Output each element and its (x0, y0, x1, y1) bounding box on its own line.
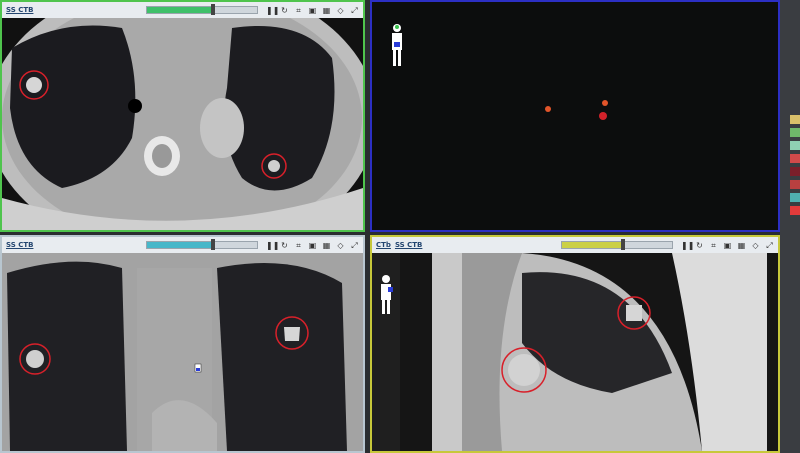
axial-ct-pane[interactable]: SS CTB ❚❚ ↻ ⌗ ▣ ▦ ◇ ⤢ (0, 0, 365, 232)
sagittal-toolbar: CTb SS CTB ❚❚ ↻ ⌗ ▣ ▦ ◇ ⤢ (372, 237, 778, 253)
fullscreen-icon[interactable]: ⤢ (765, 241, 774, 250)
layout-icon[interactable]: ▦ (322, 6, 331, 15)
fullscreen-icon[interactable]: ⤢ (350, 6, 359, 15)
legend-bar (780, 0, 800, 453)
crop-icon[interactable]: ⌗ (294, 241, 303, 250)
pet-pane[interactable] (370, 0, 780, 232)
window-level-slider[interactable] (561, 239, 673, 250)
legend-swatch (790, 167, 800, 176)
coronal-ct-pane[interactable]: SS CTB ❚❚ ↻ ⌗ ▣ ▦ ◇ ⤢ (0, 235, 365, 453)
pause-icon[interactable]: ❚❚ (266, 241, 279, 250)
crop-icon[interactable]: ⌗ (709, 241, 718, 250)
fullscreen-icon[interactable]: ⤢ (350, 241, 359, 250)
window-level-slider[interactable] (146, 239, 258, 250)
legend-swatch (790, 154, 800, 163)
rotate-icon[interactable]: ↻ (280, 6, 289, 15)
rotate-icon[interactable]: ↻ (695, 241, 704, 250)
legend-swatch (790, 193, 800, 202)
series-label[interactable]: SS CTB (6, 6, 33, 14)
axial-image[interactable] (2, 18, 363, 230)
pet-image[interactable] (372, 2, 778, 230)
coronal-toolbar: SS CTB ❚❚ ↻ ⌗ ▣ ▦ ◇ ⤢ (2, 237, 363, 253)
camera-icon[interactable]: ▣ (308, 6, 317, 15)
sagittal-ct-pane[interactable]: CTb SS CTB ❚❚ ↻ ⌗ ▣ ▦ ◇ ⤢ (370, 235, 780, 453)
coronal-image[interactable] (2, 253, 363, 451)
sagittal-image[interactable] (372, 253, 778, 451)
camera-icon[interactable]: ▣ (308, 241, 317, 250)
reset-icon[interactable]: ◇ (751, 241, 760, 250)
series-label[interactable]: SS CTB (395, 241, 422, 249)
legend-swatch (790, 206, 800, 215)
legend-swatch (790, 128, 800, 137)
reset-icon[interactable]: ◇ (336, 241, 345, 250)
secondary-label[interactable]: CTb (376, 241, 391, 249)
rotate-icon[interactable]: ↻ (280, 241, 289, 250)
camera-icon[interactable]: ▣ (723, 241, 732, 250)
pause-icon[interactable]: ❚❚ (266, 6, 279, 15)
reset-icon[interactable]: ◇ (336, 6, 345, 15)
legend-swatch (790, 141, 800, 150)
window-level-slider[interactable] (146, 4, 258, 15)
layout-icon[interactable]: ▦ (737, 241, 746, 250)
hand-cursor-icon (194, 363, 202, 373)
layout-icon[interactable]: ▦ (322, 241, 331, 250)
axial-toolbar: SS CTB ❚❚ ↻ ⌗ ▣ ▦ ◇ ⤢ (2, 2, 363, 18)
crop-icon[interactable]: ⌗ (294, 6, 303, 15)
pause-icon[interactable]: ❚❚ (681, 241, 694, 250)
legend-swatch (790, 180, 800, 189)
series-label[interactable]: SS CTB (6, 241, 33, 249)
legend-swatch (790, 115, 800, 124)
